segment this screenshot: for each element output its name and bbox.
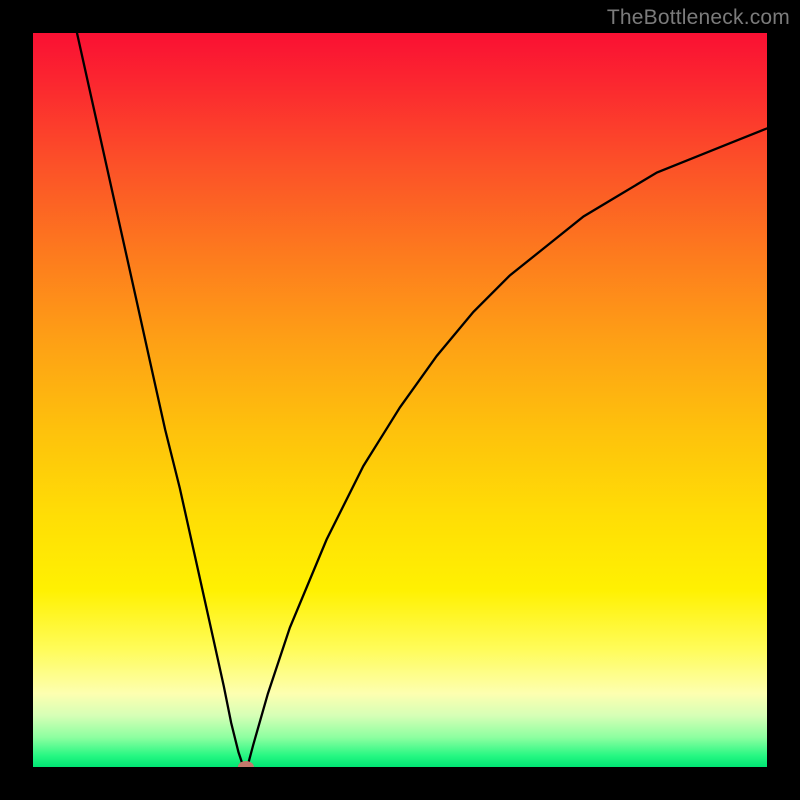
bottleneck-curve-path [77, 33, 767, 767]
plot-area [33, 33, 767, 767]
chart-svg [33, 33, 767, 767]
chart-frame: TheBottleneck.com [0, 0, 800, 800]
minimum-marker [238, 761, 254, 767]
watermark-text: TheBottleneck.com [607, 6, 790, 30]
